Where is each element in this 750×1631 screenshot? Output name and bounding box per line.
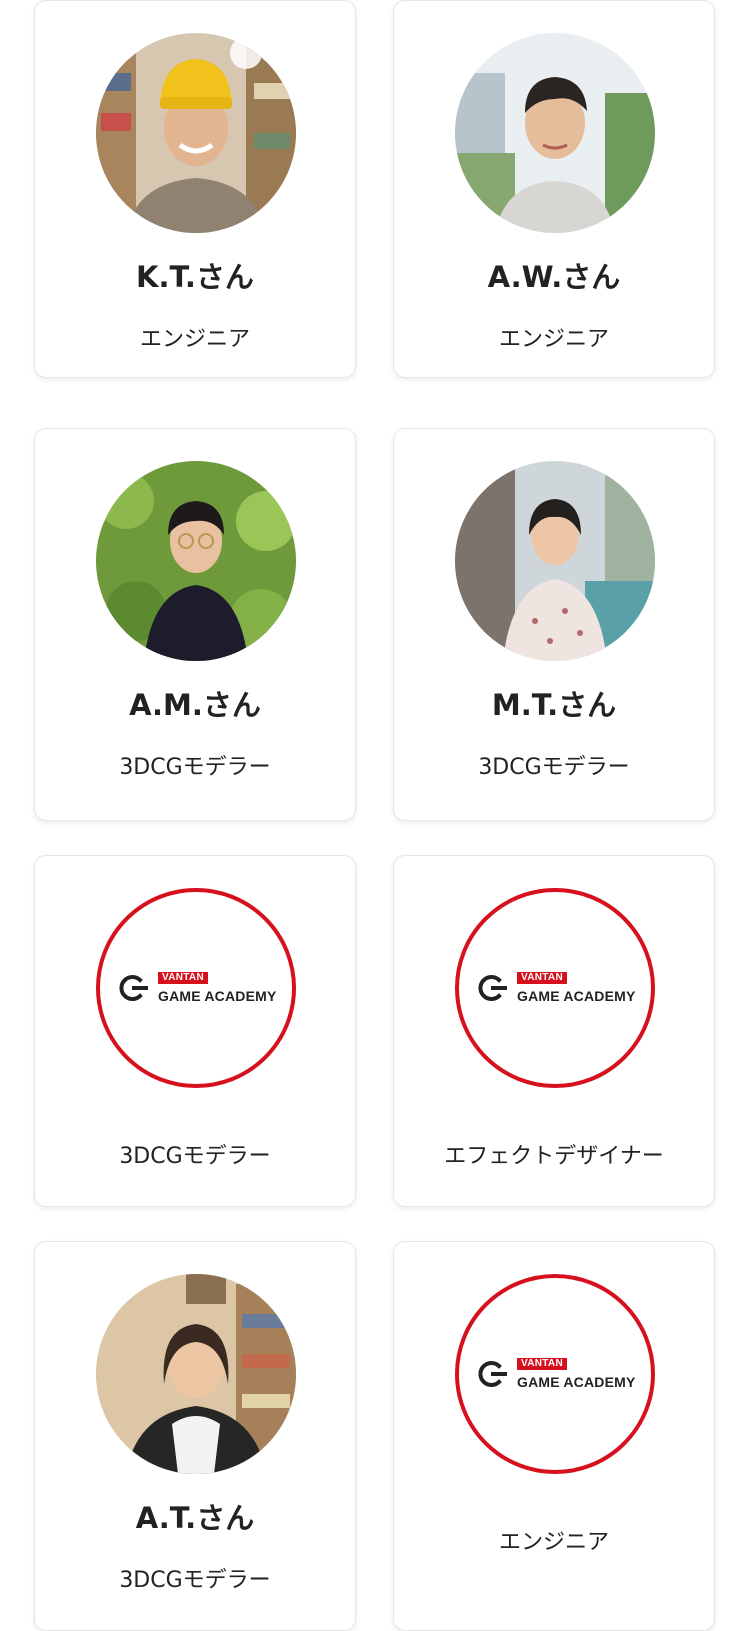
avatar-am — [96, 461, 296, 661]
interviewee-role: 3DCGモデラー — [119, 755, 271, 780]
interviewee-role: エンジニア — [498, 327, 609, 352]
interviewee-name: M.T.さん — [491, 688, 617, 722]
logo-name: GAME ACADEMY — [517, 1374, 636, 1390]
interviewee-role: エンジニア — [498, 1530, 609, 1555]
interview-card-mt[interactable]: M.T.さん 3DCGモデラー — [393, 428, 715, 821]
logo-tag: VANTAN — [158, 972, 208, 984]
game-academy-logo: VANTAN GAME ACADEMY — [455, 1274, 655, 1474]
interviewee-role: エンジニア — [139, 327, 250, 352]
interviewee-name: K.T.さん — [136, 260, 254, 294]
avatar-kt — [96, 33, 296, 233]
logo-tag: VANTAN — [517, 1358, 567, 1370]
interview-card-logo-engineer[interactable]: VANTAN GAME ACADEMY エンジニア — [393, 1241, 715, 1631]
game-academy-logo: VANTAN GAME ACADEMY — [96, 888, 296, 1088]
avatar-mt — [455, 461, 655, 661]
interviewee-role: 3DCGモデラー — [478, 755, 630, 780]
game-academy-g-icon — [478, 1361, 507, 1387]
logo-name: GAME ACADEMY — [158, 988, 277, 1004]
game-academy-g-icon — [119, 975, 148, 1001]
interviewee-name: A.M.さん — [129, 688, 261, 722]
avatar-aw — [455, 33, 655, 233]
interviewee-role: エフェクトデザイナー — [444, 1144, 664, 1169]
interviewee-role: 3DCGモデラー — [119, 1144, 271, 1169]
interview-card-am[interactable]: A.M.さん 3DCGモデラー — [34, 428, 356, 821]
person-photo-icon — [455, 461, 655, 661]
interview-card-at[interactable]: A.T.さん 3DCGモデラー — [34, 1241, 356, 1631]
interviewee-name: A.T.さん — [135, 1501, 255, 1535]
logo-name: GAME ACADEMY — [517, 988, 636, 1004]
person-photo-icon — [96, 33, 296, 233]
interview-card-grid: K.T.さん エンジニア A.W.さん エンジニア A.M.さん 3DCGモデラ… — [0, 0, 750, 1631]
person-photo-icon — [455, 33, 655, 233]
game-academy-logo: VANTAN GAME ACADEMY — [455, 888, 655, 1088]
interviewee-name: A.W.さん — [487, 260, 621, 294]
avatar-at — [96, 1274, 296, 1474]
person-photo-icon — [96, 1274, 296, 1474]
interview-card-logo-effect[interactable]: VANTAN GAME ACADEMY エフェクトデザイナー — [393, 855, 715, 1207]
person-photo-icon — [96, 461, 296, 661]
interview-card-logo-3dcg[interactable]: VANTAN GAME ACADEMY 3DCGモデラー — [34, 855, 356, 1207]
logo-tag: VANTAN — [517, 972, 567, 984]
game-academy-g-icon — [478, 975, 507, 1001]
interviewee-role: 3DCGモデラー — [119, 1568, 271, 1593]
interview-card-kt[interactable]: K.T.さん エンジニア — [34, 0, 356, 378]
interview-card-aw[interactable]: A.W.さん エンジニア — [393, 0, 715, 378]
